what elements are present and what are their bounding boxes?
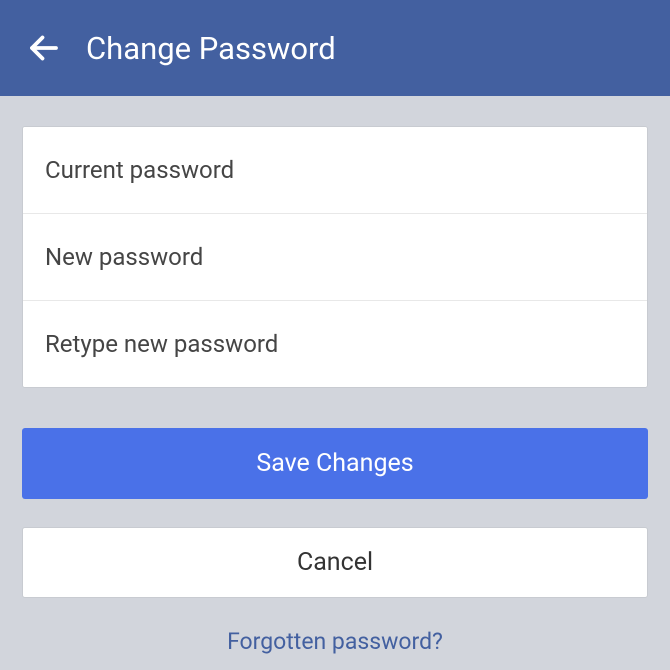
cancel-button[interactable]: Cancel <box>22 527 648 598</box>
forgot-link-wrapper: Forgotten password? <box>22 628 648 655</box>
back-arrow-icon[interactable] <box>20 24 68 72</box>
content-area: Save Changes Cancel Forgotten password? <box>0 96 670 655</box>
forgotten-password-link[interactable]: Forgotten password? <box>227 628 443 655</box>
password-input-group <box>22 126 648 388</box>
page-title: Change Password <box>86 30 336 67</box>
retype-password-field[interactable] <box>23 301 647 387</box>
current-password-field[interactable] <box>23 127 647 213</box>
app-header: Change Password <box>0 0 670 96</box>
save-changes-button[interactable]: Save Changes <box>22 428 648 499</box>
new-password-field[interactable] <box>23 214 647 300</box>
